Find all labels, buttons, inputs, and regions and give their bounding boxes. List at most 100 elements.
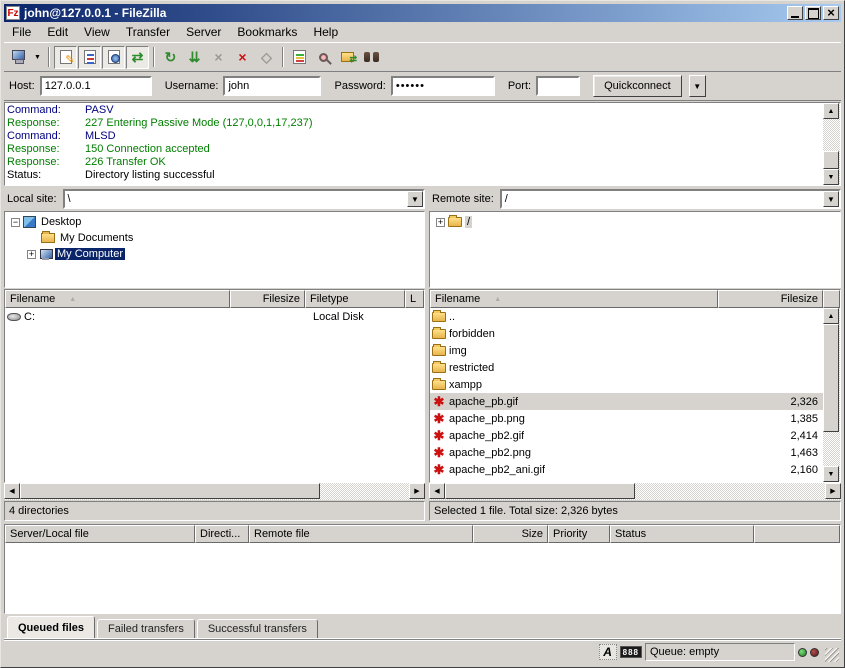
- scroll-up-icon[interactable]: [823, 103, 839, 119]
- tree-item-my-computer[interactable]: My Computer: [5, 246, 424, 262]
- directory-comparison-icon[interactable]: [312, 46, 335, 69]
- password-input[interactable]: [391, 76, 495, 96]
- remote-file-row[interactable]: ✱ apache_pb2.gif 2,414: [430, 427, 823, 444]
- refresh-icon[interactable]: ↻: [159, 46, 182, 69]
- local-hscrollbar[interactable]: [4, 483, 425, 500]
- column-last-modified[interactable]: L: [405, 290, 424, 308]
- host-label: Host:: [9, 80, 35, 92]
- toggle-local-tree-icon[interactable]: [78, 46, 101, 69]
- synchronized-browsing-icon[interactable]: [336, 46, 359, 69]
- remote-file-row[interactable]: ✱ apache_pb.png 1,385: [430, 410, 823, 427]
- header-filler: [823, 290, 840, 308]
- remote-file-row[interactable]: ✱ apache_pb2_ani.gif 2,160: [430, 461, 823, 478]
- chevron-down-icon[interactable]: [407, 191, 423, 207]
- menu-edit[interactable]: Edit: [39, 23, 76, 41]
- column-remote-file[interactable]: Remote file: [249, 525, 473, 543]
- image-file-icon: ✱: [432, 463, 446, 477]
- remote-file-list: Filename Filesize .. forbidden: [429, 289, 841, 483]
- site-manager-dropdown-icon[interactable]: [31, 46, 44, 69]
- expand-icon[interactable]: [436, 218, 445, 227]
- tree-item-desktop[interactable]: Desktop: [5, 214, 424, 230]
- tree-item-root[interactable]: /: [430, 214, 840, 230]
- scroll-up-icon[interactable]: [823, 308, 839, 324]
- menu-file[interactable]: File: [4, 23, 39, 41]
- toggle-message-log-icon[interactable]: [54, 46, 77, 69]
- status-bar: A 888 Queue: empty: [4, 639, 841, 664]
- column-direction[interactable]: Directi...: [195, 525, 249, 543]
- site-manager-icon[interactable]: [7, 46, 30, 69]
- remote-vscrollbar[interactable]: [823, 308, 840, 482]
- tab-queued-files[interactable]: Queued files: [7, 616, 95, 638]
- scroll-right-icon[interactable]: [825, 483, 841, 499]
- local-status: 4 directories: [4, 501, 425, 521]
- local-file-row[interactable]: C: Local Disk: [5, 308, 424, 325]
- username-input[interactable]: [223, 76, 321, 96]
- scroll-down-icon[interactable]: [823, 169, 839, 185]
- scrollbar-thumb[interactable]: [20, 483, 320, 499]
- scroll-left-icon[interactable]: [4, 483, 20, 499]
- remote-site-bar: Remote site: /: [429, 188, 841, 210]
- username-label: Username:: [165, 80, 219, 92]
- column-server-local-file[interactable]: Server/Local file: [5, 525, 195, 543]
- scrollbar-thumb[interactable]: [823, 151, 839, 169]
- column-filesize[interactable]: Filesize: [718, 290, 823, 308]
- port-input[interactable]: [536, 76, 580, 96]
- disconnect-icon[interactable]: ×: [231, 46, 254, 69]
- cancel-operation-icon[interactable]: ×: [207, 46, 230, 69]
- tree-item-my-documents[interactable]: My Documents: [5, 230, 424, 246]
- queue-body[interactable]: [5, 543, 840, 613]
- message-log: Command: PASV Response: 227 Entering Pas…: [4, 102, 841, 186]
- folder-icon: [432, 329, 446, 339]
- menu-server[interactable]: Server: [178, 23, 229, 41]
- filezilla-window: Fz john@127.0.0.1 - FileZilla File Edit …: [0, 0, 845, 668]
- tab-successful-transfers[interactable]: Successful transfers: [197, 619, 318, 638]
- scrollbar-thumb[interactable]: [823, 324, 839, 432]
- column-priority[interactable]: Priority: [548, 525, 610, 543]
- expand-icon[interactable]: [27, 250, 36, 259]
- remote-hscrollbar[interactable]: [429, 483, 841, 500]
- collapse-icon[interactable]: [11, 218, 20, 227]
- reconnect-icon[interactable]: ◇: [255, 46, 278, 69]
- local-site-label: Local site:: [4, 193, 59, 205]
- find-files-icon[interactable]: [360, 46, 383, 69]
- speed-limit-icon: 888: [620, 646, 642, 658]
- remote-site-combo[interactable]: /: [500, 189, 841, 209]
- minimize-icon[interactable]: [787, 6, 803, 20]
- tab-failed-transfers[interactable]: Failed transfers: [97, 619, 195, 638]
- local-site-combo[interactable]: \: [63, 189, 425, 209]
- quickconnect-button[interactable]: Quickconnect: [593, 75, 682, 97]
- column-filesize[interactable]: Filesize: [230, 290, 305, 308]
- scroll-down-icon[interactable]: [823, 466, 839, 482]
- column-size[interactable]: Size: [473, 525, 548, 543]
- maximize-icon[interactable]: [805, 6, 821, 20]
- remote-file-row[interactable]: restricted: [430, 359, 823, 376]
- remote-file-row-selected[interactable]: ✱ apache_pb.gif 2,326: [430, 393, 823, 410]
- remote-file-row[interactable]: xampp: [430, 376, 823, 393]
- column-filename[interactable]: Filename: [5, 290, 230, 308]
- column-filename[interactable]: Filename: [430, 290, 718, 308]
- menu-view[interactable]: View: [76, 23, 118, 41]
- toggle-transfer-queue-icon[interactable]: ⇄: [126, 46, 149, 69]
- menu-bookmarks[interactable]: Bookmarks: [229, 23, 305, 41]
- scroll-right-icon[interactable]: [409, 483, 425, 499]
- quickconnect-dropdown-icon[interactable]: [689, 75, 706, 97]
- toggle-remote-tree-icon[interactable]: [102, 46, 125, 69]
- menu-help[interactable]: Help: [305, 23, 346, 41]
- remote-file-row[interactable]: forbidden: [430, 325, 823, 342]
- remote-file-row[interactable]: img: [430, 342, 823, 359]
- log-scrollbar[interactable]: [823, 103, 840, 185]
- scrollbar-thumb[interactable]: [445, 483, 635, 499]
- scroll-left-icon[interactable]: [429, 483, 445, 499]
- column-filetype[interactable]: Filetype: [305, 290, 405, 308]
- column-status[interactable]: Status: [610, 525, 754, 543]
- resize-grip[interactable]: [825, 648, 839, 662]
- log-line: Command: PASV: [7, 104, 821, 117]
- close-icon[interactable]: [823, 6, 839, 20]
- filter-icon[interactable]: [288, 46, 311, 69]
- remote-file-row[interactable]: ✱ apache_pb2.png 1,463: [430, 444, 823, 461]
- remote-file-row[interactable]: ..: [430, 308, 823, 325]
- menu-transfer[interactable]: Transfer: [118, 23, 178, 41]
- host-input[interactable]: [40, 76, 152, 96]
- chevron-down-icon[interactable]: [823, 191, 839, 207]
- process-queue-icon[interactable]: ⇊: [183, 46, 206, 69]
